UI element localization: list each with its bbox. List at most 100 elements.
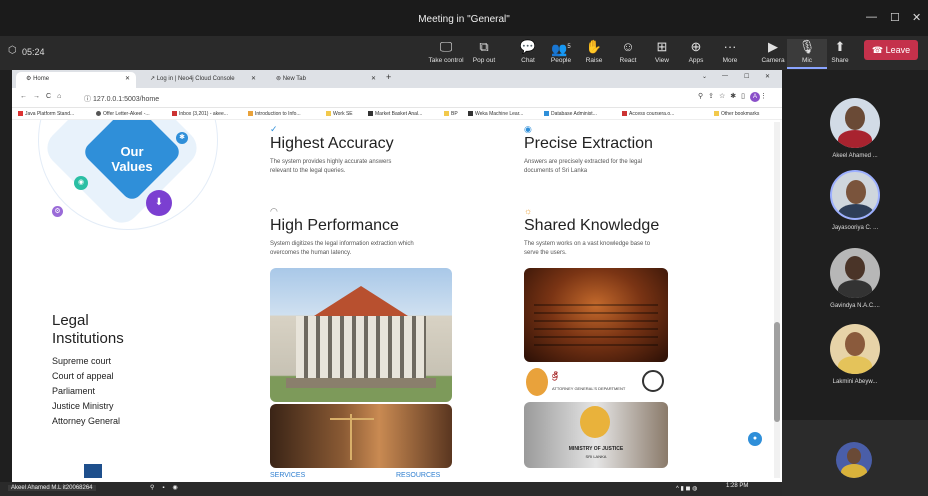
sinhala-text: ශ්‍රී bbox=[552, 371, 558, 380]
participant-tile[interactable]: Lakmini Abeyw... bbox=[782, 324, 928, 385]
bookmark-item[interactable]: Offer Letter-Akeel -... bbox=[96, 111, 150, 117]
avatar bbox=[830, 324, 880, 374]
bookmark-item[interactable]: Work SE bbox=[326, 111, 353, 117]
profile-avatar[interactable]: A bbox=[750, 92, 760, 102]
star-icon[interactable]: ☆ bbox=[719, 93, 730, 100]
browser-close-icon[interactable]: ✕ bbox=[765, 73, 770, 80]
share-page-icon[interactable]: ⇪ bbox=[708, 93, 719, 100]
scrollbar-thumb[interactable] bbox=[774, 322, 780, 422]
target-icon: ◉ bbox=[524, 124, 532, 134]
bookmark-item[interactable]: BP bbox=[444, 111, 458, 117]
title-bar: Meeting in "General" — ☐ ✕ bbox=[0, 0, 928, 36]
phone-icon: ☎ bbox=[871, 45, 884, 55]
tab-favicon-icon: ⊚ bbox=[276, 76, 282, 82]
browser-icon[interactable]: ◉ bbox=[173, 485, 186, 491]
browser-maximize-icon[interactable]: ☐ bbox=[744, 73, 749, 80]
institution-logo-icon bbox=[84, 464, 102, 478]
meeting-timer: 05:24 bbox=[22, 47, 45, 57]
bookmark-item[interactable]: Database Administ... bbox=[544, 111, 597, 117]
browser-minimize-icon[interactable]: — bbox=[722, 73, 728, 79]
resources-link[interactable]: RESOURCES bbox=[396, 472, 440, 479]
nav-buttons: ←→C⌂ bbox=[20, 93, 67, 100]
files-icon[interactable]: ▪ bbox=[162, 485, 172, 491]
tab-close-icon[interactable]: ✕ bbox=[125, 72, 130, 86]
bookmark-item[interactable]: Java Platform Stand... bbox=[18, 111, 74, 117]
browser-actions: ⚲⇪☆✱▯ A ⋮ bbox=[698, 92, 772, 102]
seal-icon bbox=[642, 370, 664, 392]
bookmark-item[interactable]: Market Basket Anal... bbox=[368, 111, 422, 117]
clock: 1:28 PM bbox=[726, 483, 749, 489]
supreme-court-photo bbox=[270, 268, 452, 402]
take-control-icon: 🖵 bbox=[439, 39, 453, 54]
avatar bbox=[830, 98, 880, 148]
more-button[interactable]: ··· More bbox=[710, 39, 750, 64]
tab-new[interactable]: ⊚ New Tab ✕ bbox=[266, 72, 382, 88]
signal-badge-icon: ◉ bbox=[74, 176, 88, 190]
menu-icon[interactable]: ⋮ bbox=[760, 93, 772, 100]
values-title: Our Values bbox=[111, 144, 153, 174]
close-icon[interactable]: ✕ bbox=[912, 11, 921, 24]
bookmark-item[interactable]: Weka Machine Lear... bbox=[468, 111, 523, 117]
star-badge-icon: ✱ bbox=[176, 132, 188, 144]
pin-badge-icon: ⬇ bbox=[146, 190, 172, 216]
tab-favicon-icon: ⚙ bbox=[26, 76, 32, 82]
participant-tile[interactable]: Gavindya N.A.C.... bbox=[782, 248, 928, 309]
bookmark-item[interactable]: Other bookmarks bbox=[714, 111, 759, 117]
emblem-icon bbox=[526, 368, 548, 396]
gauge-icon: ◠ bbox=[270, 206, 278, 216]
self-video-tile[interactable] bbox=[782, 420, 928, 496]
list-item: Court of appeal bbox=[52, 371, 114, 381]
participant-tile[interactable]: Akeel Ahamed ... bbox=[782, 98, 928, 159]
ag-department-sign: ශ්‍රී ATTORNEY GENERAL'S DEPARTMENT bbox=[524, 366, 666, 398]
tab-search-icon[interactable]: ⌄ bbox=[702, 73, 707, 80]
share-button[interactable]: ⬆ Share bbox=[820, 39, 860, 64]
forward-icon[interactable]: → bbox=[33, 93, 46, 100]
search-icon[interactable]: ⚲ bbox=[150, 485, 162, 491]
services-link[interactable]: SERVICES bbox=[270, 472, 305, 479]
zoom-icon[interactable]: ⚲ bbox=[698, 93, 708, 100]
presenter-label: Akeel Ahamed M.L it20068264 bbox=[8, 485, 96, 491]
feature-highest-accuracy: ✓ Highest Accuracy The system provides h… bbox=[270, 124, 410, 176]
ministry-of-justice-photo: MINISTRY OF JUSTICE SRI LANKA bbox=[524, 402, 668, 468]
new-tab-icon[interactable]: + bbox=[386, 72, 391, 82]
extensions-icon[interactable]: ✱ bbox=[730, 93, 741, 100]
participant-tile[interactable]: Jayasooriya C. ... bbox=[782, 170, 928, 231]
minimize-icon[interactable]: — bbox=[866, 11, 877, 23]
tab-close-icon[interactable]: ✕ bbox=[251, 72, 256, 86]
gear-badge-icon: ⚙ bbox=[52, 206, 63, 217]
pop-out-button[interactable]: ⧉ Pop out bbox=[464, 39, 504, 64]
tab-strip: ⚙ Home ✕ ↗ Log in | Neo4j Cloud Console … bbox=[12, 70, 782, 88]
check-circle-icon: ✓ bbox=[270, 124, 278, 134]
window-title: Meeting in "General" bbox=[418, 14, 510, 25]
bookmark-item[interactable]: Introduction to Info... bbox=[248, 111, 301, 117]
taskbar: Akeel Ahamed M.L it20068264 ⚲▪◉ ^ ▮ ◼ ◍ … bbox=[0, 482, 782, 496]
bookmark-item[interactable]: Inbox (3,201) - akee... bbox=[172, 111, 228, 117]
url-input[interactable]: ⓘ 127.0.0.1:5003/home bbox=[84, 94, 159, 104]
reload-icon[interactable]: C bbox=[46, 93, 57, 100]
more-icon: ··· bbox=[723, 39, 737, 54]
back-icon[interactable]: ← bbox=[20, 93, 33, 100]
tab-neo4j[interactable]: ↗ Log in | Neo4j Cloud Console ✕ bbox=[140, 72, 262, 88]
avatar bbox=[836, 442, 872, 478]
sidepanel-icon[interactable]: ▯ bbox=[741, 93, 750, 100]
tray-icons[interactable]: ^ ▮ ◼ ◍ bbox=[676, 485, 697, 492]
feature-precise-extraction: ◉ Precise Extraction Answers are precise… bbox=[524, 124, 664, 176]
ag-sign-text: ATTORNEY GENERAL'S DEPARTMENT bbox=[552, 386, 626, 391]
gavel-photo bbox=[270, 404, 452, 468]
chat-fab-button[interactable]: ● bbox=[748, 432, 762, 446]
avatar bbox=[830, 170, 880, 220]
legal-institutions: Legal Institutions Supreme court Court o… bbox=[52, 312, 142, 429]
bookmark-item[interactable]: Access coursera.o... bbox=[622, 111, 674, 117]
home-icon[interactable]: ⌂ bbox=[57, 93, 67, 100]
address-bar: ←→C⌂ ⓘ 127.0.0.1:5003/home ⚲⇪☆✱▯ A ⋮ bbox=[12, 88, 782, 108]
page-scrollbar[interactable] bbox=[774, 122, 780, 478]
maximize-icon[interactable]: ☐ bbox=[890, 11, 900, 24]
tab-home[interactable]: ⚙ Home ✕ bbox=[16, 72, 136, 88]
leave-button[interactable]: ☎ Leave bbox=[864, 40, 918, 60]
parliament-photo bbox=[524, 268, 668, 362]
chat-bubble-icon: ● bbox=[752, 435, 758, 442]
take-control-button[interactable]: 🖵 Take control bbox=[426, 39, 466, 64]
tab-close-icon[interactable]: ✕ bbox=[371, 72, 376, 86]
teams-window: Meeting in "General" — ☐ ✕ ⬡ 05:24 🖵 Take… bbox=[0, 0, 928, 496]
bookmarks-bar: Java Platform Stand... Offer Letter-Akee… bbox=[12, 108, 782, 120]
